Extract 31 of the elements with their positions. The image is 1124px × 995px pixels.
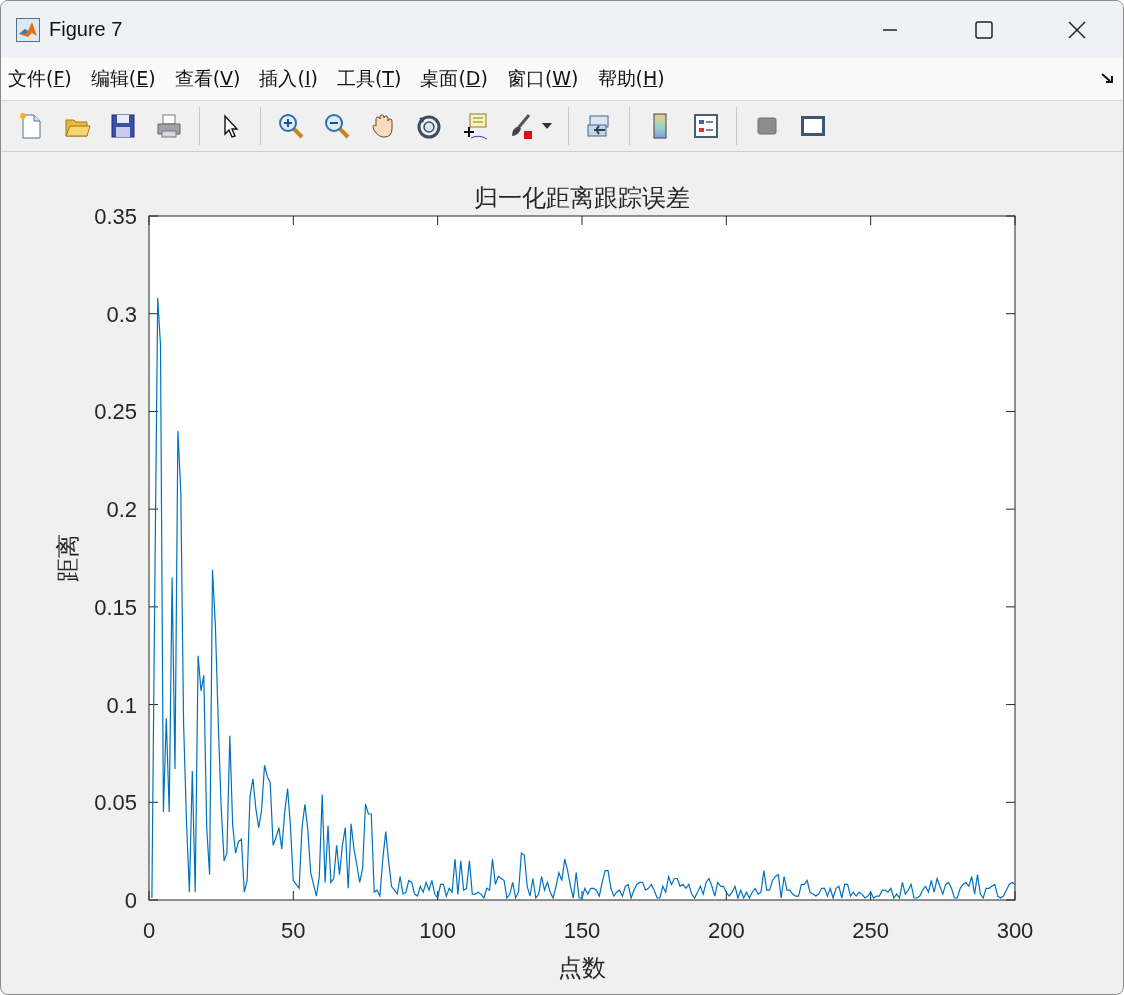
y-tick-label: 0.3 [106, 301, 137, 327]
x-tick-label: 200 [707, 918, 745, 943]
dock-arrow-icon[interactable] [1101, 73, 1115, 85]
y-tick-label: 0 [124, 888, 137, 913]
maximize-icon[interactable] [974, 19, 994, 40]
x-tick-label: 300 [996, 918, 1034, 943]
menu-item[interactable]: 插入(I) [256, 66, 321, 92]
y-axis-label: 距离 [55, 534, 81, 582]
y-tick-label: 0.15 [94, 594, 137, 620]
close-icon[interactable] [1067, 19, 1087, 40]
menu-item[interactable]: 帮助(H) [594, 66, 668, 92]
x-tick-label: 150 [563, 918, 601, 943]
app-icon [16, 17, 40, 42]
menu-item[interactable]: 编辑(E) [87, 66, 159, 92]
menu-item[interactable]: 工具(T) [333, 66, 405, 92]
x-tick-label: 50 [281, 918, 306, 943]
menu-item[interactable]: 查看(V) [171, 66, 244, 92]
menu-item[interactable]: 文件(F) [5, 66, 75, 92]
menu-item[interactable]: 窗口(W) [503, 66, 582, 92]
y-tick-label: 0.2 [106, 497, 137, 523]
y-tick-label: 0.25 [94, 399, 137, 425]
x-tick-label: 100 [419, 918, 457, 943]
x-tick-label: 250 [852, 918, 890, 943]
window-title: Figure 7 [49, 18, 124, 41]
y-tick-label: 0.1 [106, 692, 137, 718]
y-tick-label: 0.35 [94, 204, 137, 229]
y-tick-label: 0.05 [94, 790, 137, 816]
x-tick-label: 0 [142, 918, 156, 943]
chart-title: 归一化距离跟踪误差 [474, 185, 690, 211]
x-axis-label: 点数 [558, 955, 606, 981]
menu-item[interactable]: 桌面(D) [417, 66, 491, 92]
